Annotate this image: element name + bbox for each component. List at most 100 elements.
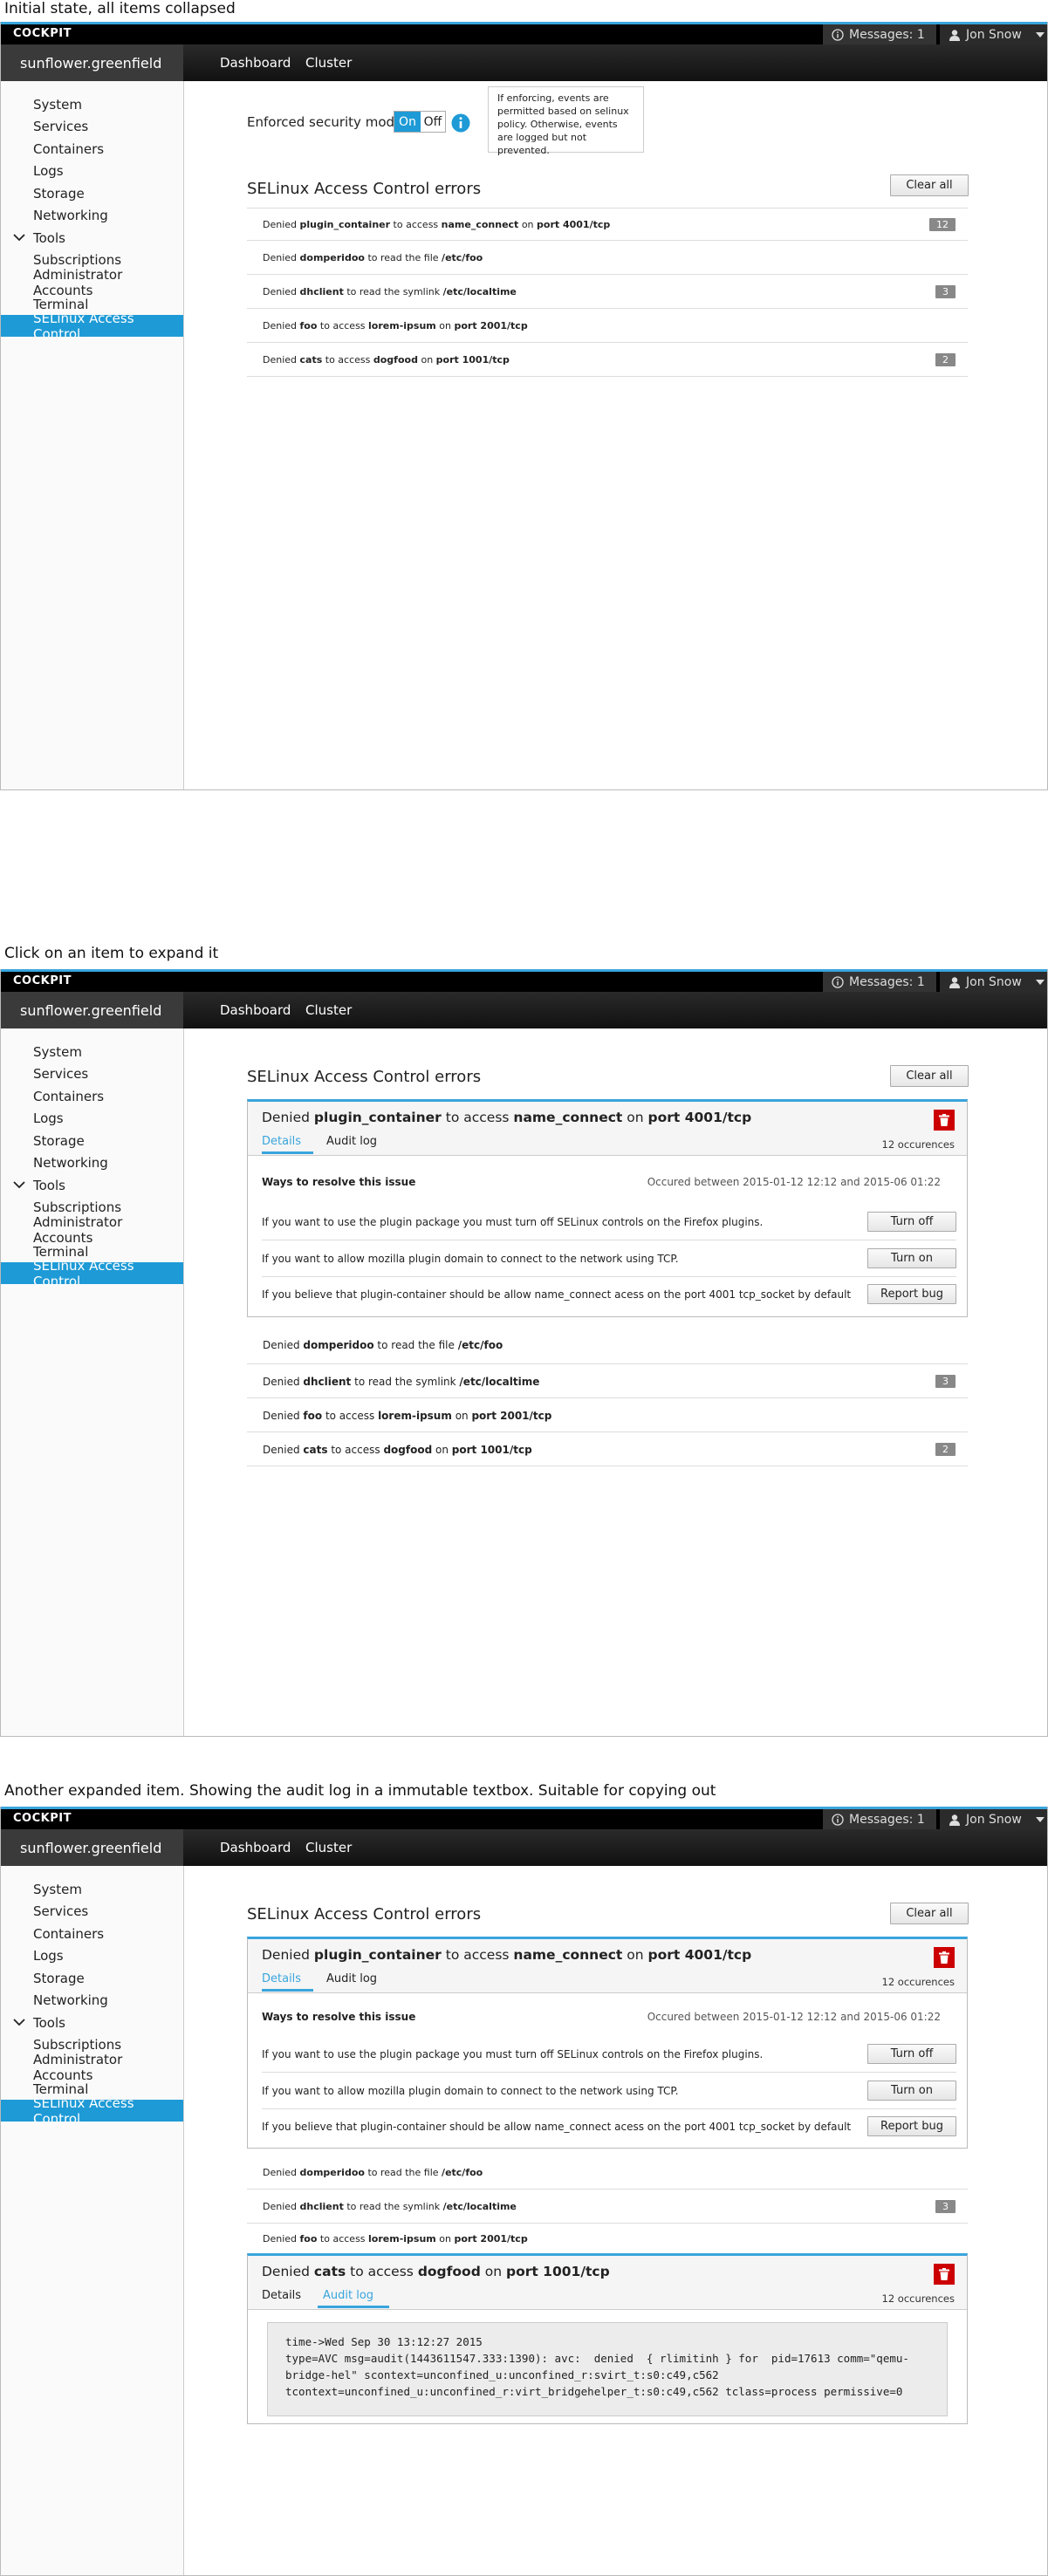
host-name[interactable]: sunflower.greenfield: [1, 992, 183, 1028]
clear-all-button[interactable]: Clear all: [890, 1065, 969, 1087]
occurrences-count: 12 occurences: [881, 1976, 956, 1988]
user-menu[interactable]: Jon Snow: [940, 24, 1047, 44]
delete-button[interactable]: [934, 1947, 955, 1968]
turn-on-button[interactable]: Turn on: [867, 1248, 956, 1268]
turn-off-button[interactable]: Turn off: [867, 2044, 956, 2064]
fix-row: If you want to allow mozilla plugin doma…: [262, 2073, 956, 2109]
sidebar-item-tools-label: Tools: [33, 1177, 65, 1193]
card-title: Denied plugin_container to access name_c…: [262, 1947, 752, 1963]
card-header[interactable]: Denied cats to access dogfood on port 10…: [248, 2256, 967, 2310]
list-item[interactable]: Denied domperidoo to read the file /etc/…: [247, 1326, 968, 1364]
list-item[interactable]: Denied foo to access lorem-ipsum on port…: [247, 2224, 968, 2252]
report-bug-button[interactable]: Report bug: [867, 1284, 956, 1304]
nav-dashboard[interactable]: Dashboard: [220, 44, 291, 81]
sidebar-item-containers[interactable]: Containers: [1, 138, 183, 160]
sidebar-item-system[interactable]: System: [1, 1041, 183, 1063]
report-bug-button[interactable]: Report bug: [867, 2116, 956, 2136]
chevron-down-icon: [13, 1181, 25, 1189]
info-icon[interactable]: [451, 113, 470, 133]
sidebar-item-services[interactable]: Services: [1, 1900, 183, 1922]
sidebar-item-administrator-accounts[interactable]: Administrator Accounts: [1, 2052, 183, 2083]
sidebar-item-storage[interactable]: Storage: [1, 1130, 183, 1151]
turn-on-button[interactable]: Turn on: [867, 2081, 956, 2101]
sidebar-item-logs[interactable]: Logs: [1, 1944, 183, 1966]
sidebar: System Services Containers Logs Storage …: [1, 1028, 184, 1736]
list-item[interactable]: Denied foo to access lorem-ipsum on port…: [247, 310, 968, 343]
turn-off-button[interactable]: Turn off: [867, 1212, 956, 1232]
delete-button[interactable]: [934, 1110, 955, 1131]
sidebar-item-tools[interactable]: Tools: [1, 1174, 183, 1196]
card-header[interactable]: Denied plugin_container to access name_c…: [248, 1102, 967, 1156]
list-item[interactable]: Denied cats to access dogfood on port 10…: [247, 1433, 968, 1466]
messages-button[interactable]: Messages: 1: [823, 972, 936, 992]
sidebar-item-networking[interactable]: Networking: [1, 204, 183, 226]
list-item[interactable]: Denied domperidoo to read the file /etc/…: [247, 2156, 968, 2190]
sidebar-item-containers[interactable]: Containers: [1, 1085, 183, 1107]
list-item[interactable]: Denied dhclient to read the symlink /etc…: [247, 2190, 968, 2224]
card-header[interactable]: Denied plugin_container to access name_c…: [248, 1939, 967, 1993]
fix-row: If you want to allow mozilla plugin doma…: [262, 1240, 956, 1277]
sidebar-item-services[interactable]: Services: [1, 1063, 183, 1084]
user-menu[interactable]: Jon Snow: [940, 1809, 1047, 1829]
user-icon: [949, 29, 960, 41]
list-item[interactable]: Denied plugin_container to access name_c…: [247, 208, 968, 241]
sidebar-item-containers[interactable]: Containers: [1, 1923, 183, 1944]
sidebar-item-networking[interactable]: Networking: [1, 1989, 183, 2011]
list-item[interactable]: Denied dhclient to read the symlink /etc…: [247, 1365, 968, 1398]
nav-cluster[interactable]: Cluster: [305, 44, 352, 81]
sidebar-item-tools-label: Tools: [33, 2014, 65, 2031]
tab-details[interactable]: Details: [262, 2289, 301, 2308]
sidebar-item-selinux[interactable]: SELinux Access Control: [1, 2095, 183, 2127]
list-item[interactable]: Denied foo to access lorem-ipsum on port…: [247, 1399, 968, 1432]
tab-audit-log[interactable]: Audit log: [318, 2289, 389, 2308]
fix-row: If you believe that plugin-container sho…: [262, 2109, 956, 2144]
list-item[interactable]: Denied domperidoo to read the file /etc/…: [247, 242, 968, 275]
sidebar-item-services[interactable]: Services: [1, 115, 183, 137]
sidebar-item-administrator-accounts[interactable]: Administrator Accounts: [1, 267, 183, 298]
nav-dashboard[interactable]: Dashboard: [220, 1829, 291, 1866]
tab-details[interactable]: Details: [262, 1135, 313, 1154]
sidebar-item-system[interactable]: System: [1, 93, 183, 115]
tab-audit-log[interactable]: Audit log: [326, 1972, 377, 1992]
sidebar-item-storage[interactable]: Storage: [1, 182, 183, 204]
nav-cluster[interactable]: Cluster: [305, 1829, 352, 1866]
toggle-on[interactable]: On: [394, 112, 421, 132]
expanded-item-card: Denied plugin_container to access name_c…: [247, 1099, 968, 1317]
list-item[interactable]: Denied dhclient to read the symlink /etc…: [247, 276, 968, 309]
nav-bar: sunflower.greenfield Dashboard Cluster: [1, 44, 1047, 81]
tab-details[interactable]: Details: [262, 1972, 313, 1992]
audit-log-textbox[interactable]: time->Wed Sep 30 13:12:27 2015 type=AVC …: [267, 2322, 948, 2416]
sidebar-item-tools[interactable]: Tools: [1, 227, 183, 249]
messages-label: Messages: 1: [849, 974, 925, 989]
caption-expand-item: Click on an item to expand it: [4, 945, 219, 962]
user-name: Jon Snow: [966, 27, 1022, 42]
sidebar-item-storage[interactable]: Storage: [1, 1967, 183, 1989]
sidebar-item-administrator-accounts[interactable]: Administrator Accounts: [1, 1214, 183, 1246]
card-title: Denied plugin_container to access name_c…: [262, 1110, 752, 1125]
user-icon: [949, 1814, 960, 1826]
sidebar-item-logs[interactable]: Logs: [1, 1107, 183, 1129]
sidebar-item-networking[interactable]: Networking: [1, 1151, 183, 1173]
toggle-off[interactable]: Off: [421, 112, 445, 132]
ways-heading: Ways to resolve this issue: [262, 2011, 416, 2023]
sidebar-item-selinux[interactable]: SELinux Access Control: [1, 311, 183, 342]
delete-button[interactable]: [934, 2264, 955, 2285]
sidebar-item-logs[interactable]: Logs: [1, 160, 183, 181]
messages-button[interactable]: Messages: 1: [823, 24, 936, 44]
sidebar-item-tools[interactable]: Tools: [1, 2012, 183, 2033]
host-name[interactable]: sunflower.greenfield: [1, 1829, 183, 1866]
tab-audit-log[interactable]: Audit log: [326, 1135, 377, 1154]
user-menu[interactable]: Jon Snow: [940, 972, 1047, 992]
host-name[interactable]: sunflower.greenfield: [1, 44, 183, 81]
sidebar-item-selinux[interactable]: SELinux Access Control: [1, 1258, 183, 1289]
brand-logo: COCKPIT: [13, 974, 72, 987]
enforce-toggle[interactable]: On Off: [394, 111, 446, 133]
list-item[interactable]: Denied cats to access dogfood on port 10…: [247, 344, 968, 377]
messages-button[interactable]: Messages: 1: [823, 1809, 936, 1829]
screen-expanded: COCKPIT Messages: 1 Jon Snow sunflower.g…: [0, 969, 1048, 1737]
nav-cluster[interactable]: Cluster: [305, 992, 352, 1028]
sidebar-item-system[interactable]: System: [1, 1878, 183, 1900]
clear-all-button[interactable]: Clear all: [890, 174, 969, 196]
nav-dashboard[interactable]: Dashboard: [220, 992, 291, 1028]
clear-all-button[interactable]: Clear all: [890, 1903, 969, 1924]
